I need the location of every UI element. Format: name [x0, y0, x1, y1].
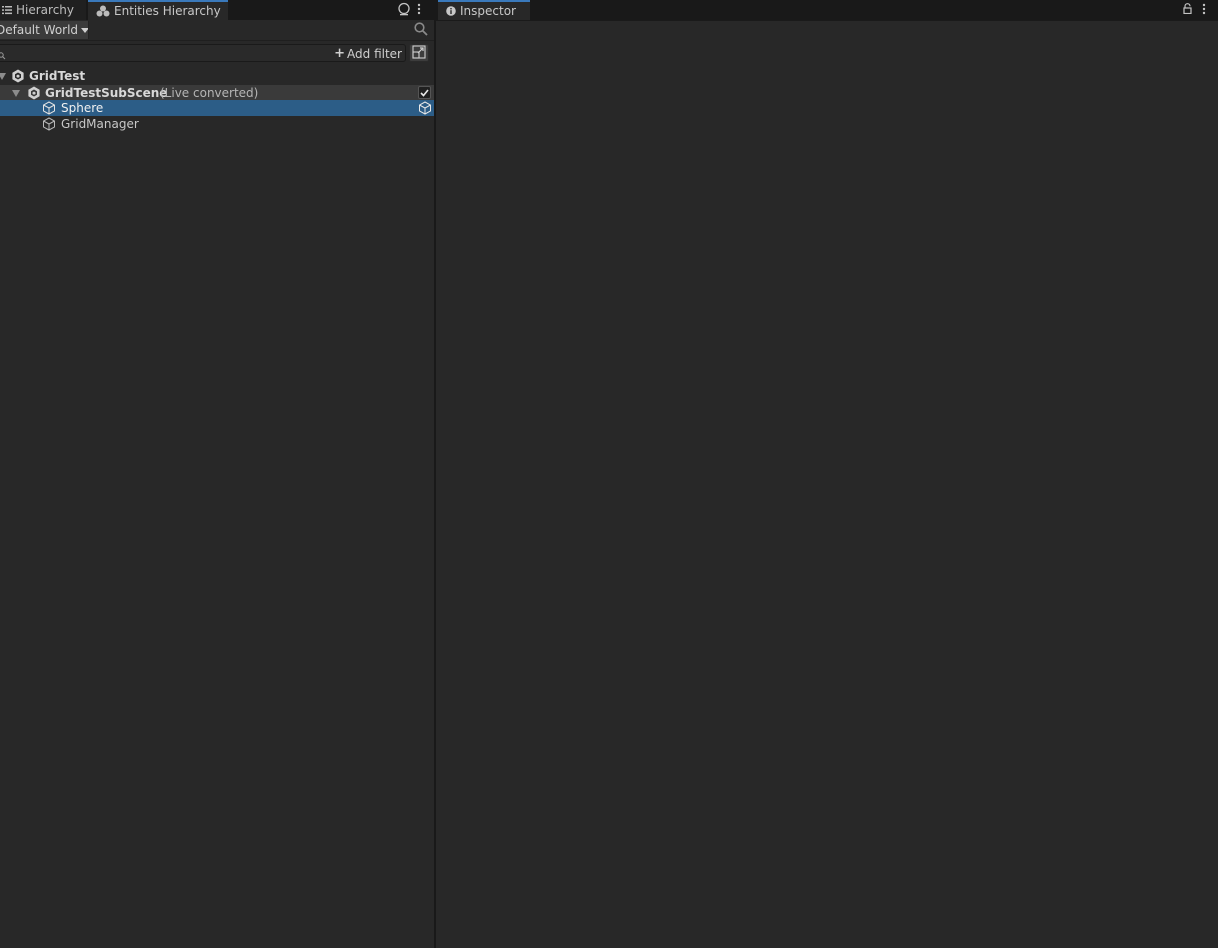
tab-entities-hierarchy[interactable]: Entities Hierarchy: [88, 0, 228, 20]
lock-icon[interactable]: [1183, 3, 1192, 17]
search-mini-icon: [0, 49, 6, 63]
subscene-status: (Live converted): [160, 86, 259, 100]
picker-button[interactable]: [409, 44, 429, 62]
right-tab-bar: Inspector: [436, 0, 1218, 21]
scene-label: GridTest: [29, 69, 86, 83]
foldout-arrow-icon[interactable]: [12, 90, 20, 97]
kebab-menu-icon[interactable]: [417, 3, 421, 18]
subscene-enabled-checkbox[interactable]: [418, 86, 431, 99]
search-filter-row: + Add filter: [0, 43, 434, 65]
unity-scene-icon: [11, 69, 25, 86]
entities-hierarchy-panel: Hierarchy Entities Hierarchy Default Wor…: [0, 0, 434, 948]
tab-hierarchy[interactable]: Hierarchy: [0, 0, 86, 20]
search-scope-icon[interactable]: [397, 2, 411, 19]
world-dropdown[interactable]: Default World: [0, 21, 89, 39]
tab-entities-hierarchy-label: Entities Hierarchy: [114, 4, 221, 18]
entity-label: GridManager: [61, 117, 139, 131]
kebab-menu-icon[interactable]: [1202, 3, 1206, 18]
world-dropdown-label: Default World: [0, 23, 79, 37]
add-filter-label: Add filter: [347, 46, 402, 61]
info-icon: [446, 6, 456, 16]
search-icon[interactable]: [414, 22, 428, 39]
picker-icon: [412, 44, 426, 62]
list-icon: [2, 5, 12, 15]
search-input[interactable]: + Add filter: [0, 44, 406, 62]
tree-row-entity[interactable]: Sphere: [0, 100, 434, 116]
left-tab-bar: Hierarchy Entities Hierarchy: [0, 0, 434, 21]
plus-icon: +: [334, 46, 346, 61]
entity-cube-icon: [42, 117, 56, 134]
world-selector-row: Default World: [0, 20, 434, 41]
entity-label: Sphere: [61, 101, 104, 115]
tab-inspector-label: Inspector: [460, 4, 516, 18]
add-filter-button[interactable]: + Add filter: [334, 46, 402, 61]
tab-inspector[interactable]: Inspector: [438, 0, 530, 20]
tree-row-scene[interactable]: GridTest: [0, 68, 434, 84]
chevron-down-icon: [81, 27, 88, 33]
tree-row-entity[interactable]: GridManager: [0, 116, 434, 132]
inspector-panel: Inspector: [436, 0, 1218, 948]
tree-row-subscene[interactable]: GridTestSubScene (Live converted): [0, 85, 434, 101]
foldout-arrow-icon[interactable]: [0, 73, 6, 80]
subscene-label: GridTestSubScene: [45, 86, 168, 100]
checkmark-icon: [420, 88, 429, 97]
tab-hierarchy-label: Hierarchy: [16, 3, 75, 17]
entities-icon: [96, 5, 110, 17]
